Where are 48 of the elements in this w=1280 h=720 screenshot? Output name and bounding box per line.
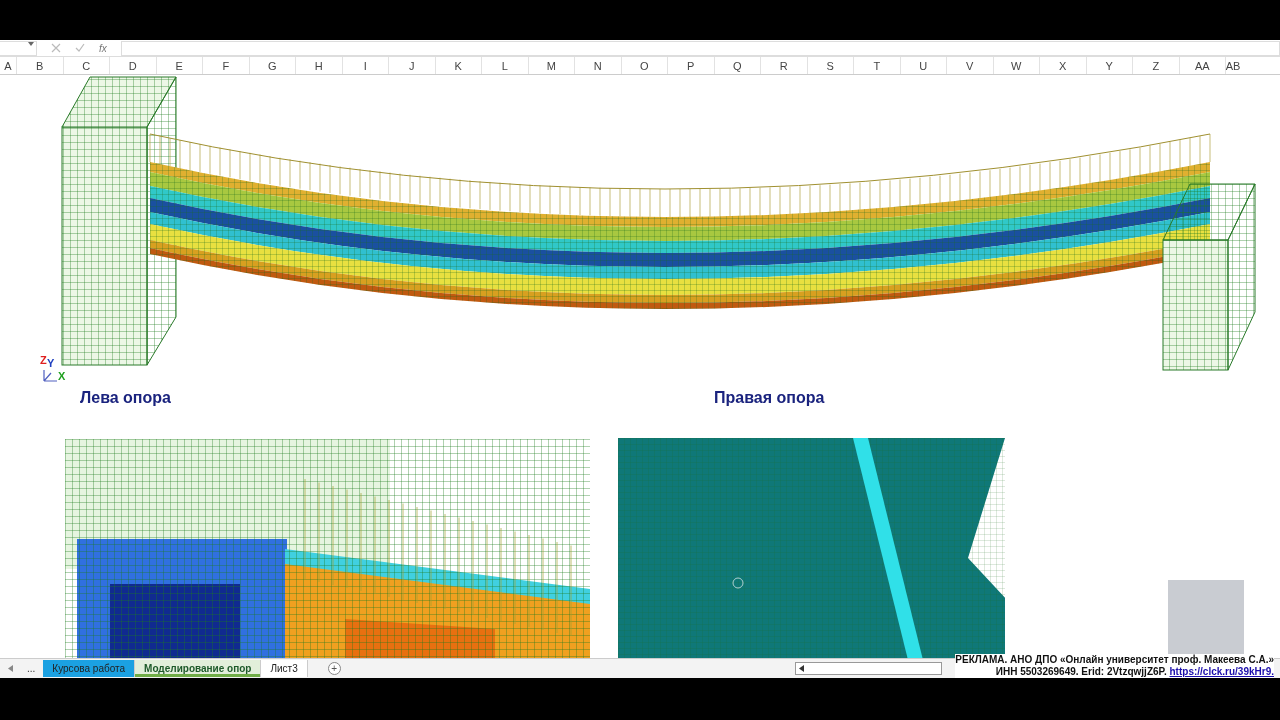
column-header[interactable]: F [203, 57, 250, 74]
column-header[interactable]: O [621, 57, 668, 74]
checkmark-icon[interactable] [75, 43, 85, 53]
axis-label: Y [47, 357, 55, 369]
function-button[interactable]: fx [99, 42, 107, 54]
column-header[interactable]: M [528, 57, 575, 74]
column-header[interactable]: A [0, 57, 17, 74]
column-header[interactable]: T [854, 57, 901, 74]
column-header[interactable]: B [17, 57, 64, 74]
caption: Лева опора [80, 389, 171, 407]
column-header[interactable]: K [435, 57, 482, 74]
column-header[interactable]: S [807, 57, 854, 74]
ad-link[interactable]: https://clck.ru/39kHr9. [1169, 666, 1274, 677]
column-header[interactable]: G [249, 57, 296, 74]
column-header[interactable]: D [110, 57, 157, 74]
scroll-left-icon[interactable] [799, 665, 804, 672]
horizontal-scrollbar[interactable] [795, 662, 942, 675]
column-header[interactable]: Q [714, 57, 761, 74]
formula-input[interactable] [120, 40, 1280, 56]
column-header[interactable]: Z [1133, 57, 1180, 74]
column-header[interactable]: AA [1179, 57, 1226, 74]
axis-triad-icon [42, 368, 58, 382]
column-header[interactable]: V [947, 57, 994, 74]
add-sheet-button[interactable]: + [327, 662, 341, 675]
ad-text: РЕКЛАМА. АНО ДПО «Онлайн университет проф. Макеева С.А.» [955, 654, 1274, 666]
sheet-tab[interactable]: Курсова работа [43, 660, 136, 677]
column-header[interactable]: Y [1086, 57, 1133, 74]
column-header[interactable]: E [156, 57, 203, 74]
column-header[interactable]: R [761, 57, 808, 74]
sheet-tab[interactable]: Лист3 [261, 660, 308, 677]
column-header[interactable]: U [900, 57, 947, 74]
sheet-tab[interactable]: Моделирование опор [135, 660, 262, 677]
column-header[interactable]: H [296, 57, 343, 74]
ad-text: ИНН 5503269649. Erid: 2VtzqwjjZ6P. [995, 666, 1167, 677]
axis-label: Z [40, 354, 47, 366]
column-header[interactable]: I [342, 57, 389, 74]
column-header[interactable]: L [482, 57, 529, 74]
column-header[interactable]: X [1040, 57, 1087, 74]
more-sheets-button[interactable]: ... [21, 663, 44, 674]
caption: Правая опора [714, 389, 825, 407]
column-header[interactable]: J [389, 57, 436, 74]
axis-label: X [58, 370, 66, 382]
column-header[interactable]: C [63, 57, 110, 74]
column-header[interactable]: W [993, 57, 1040, 74]
cancel-icon[interactable] [51, 43, 61, 53]
column-header[interactable]: AB [1226, 57, 1240, 74]
column-header[interactable]: P [668, 57, 715, 74]
column-header[interactable]: N [575, 57, 622, 74]
